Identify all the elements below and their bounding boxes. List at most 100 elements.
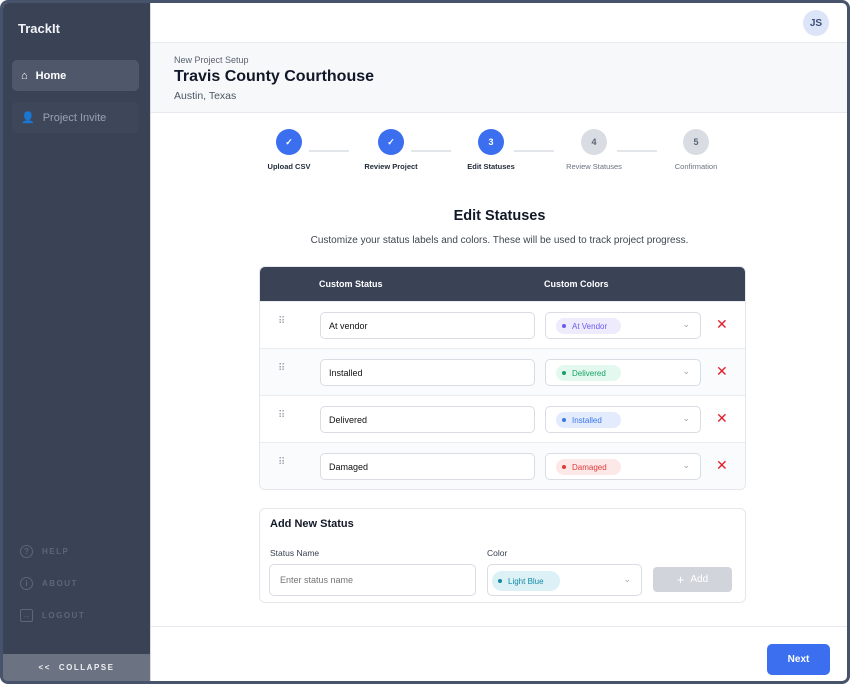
color-dot [562, 324, 566, 328]
user-avatar[interactable]: JS [803, 10, 829, 36]
collapse-button[interactable]: << COLLAPSE [3, 654, 150, 681]
color-select[interactable]: Damaged ⌄ [545, 453, 701, 480]
add-status-button[interactable]: + Add [653, 567, 732, 592]
step-number: 3 [478, 129, 504, 155]
add-status-panel: Add New Status Status Name Color Light B… [259, 508, 746, 603]
plus-icon: + [677, 572, 685, 587]
logout-icon: → [20, 609, 33, 622]
color-select[interactable]: At Vendor ⌄ [545, 312, 701, 339]
main-content: JS New Project Setup Travis County Court… [150, 3, 847, 681]
step-label: Upload CSV [244, 162, 334, 171]
color-value: Installed [572, 416, 602, 425]
sidebar: TrackIt ⌂ Home 👤 Project Invite ? HELP i ABO… [3, 3, 150, 681]
color-pill: Delivered [556, 365, 621, 381]
page-title: Travis County Courthouse [174, 68, 847, 86]
step-label: Confirmation [651, 162, 741, 171]
color-select[interactable]: Installed ⌄ [545, 406, 701, 433]
table-row: ⠿ Installed Delivered ⌄ ✕ [260, 348, 745, 395]
sidebar-logout[interactable]: → LOGOUT [20, 609, 85, 622]
color-value: Light Blue [508, 577, 544, 586]
status-input[interactable]: Damaged [320, 453, 535, 480]
status-input[interactable]: Installed [320, 359, 535, 386]
column-header: Custom Status [319, 279, 383, 289]
color-select[interactable]: Delivered ⌄ [545, 359, 701, 386]
color-value: At Vendor [572, 322, 607, 331]
sidebar-about[interactable]: i ABOUT [20, 577, 78, 590]
color-dot [562, 371, 566, 375]
chevron-down-icon: ⌄ [682, 413, 690, 424]
page-subtitle: New Project Setup [174, 55, 847, 65]
home-icon: ⌂ [21, 70, 28, 82]
delete-icon[interactable]: ✕ [716, 457, 728, 474]
color-value: Damaged [572, 463, 607, 472]
status-table: Custom Status Custom Colors ⠿ At vendor … [259, 266, 746, 490]
user-plus-icon: 👤 [21, 111, 35, 124]
step-label: Edit Statuses [446, 162, 536, 171]
step-review-statuses: 4 Review Statuses [549, 129, 639, 171]
sidebar-item-home[interactable]: ⌂ Home [12, 60, 139, 91]
next-button[interactable]: Next [767, 644, 830, 675]
help-icon: ? [20, 545, 33, 558]
color-pill: At Vendor [556, 318, 621, 334]
app-window: TrackIt ⌂ Home 👤 Project Invite ? HELP i ABO… [0, 0, 850, 684]
step-label: Review Statuses [549, 162, 639, 171]
step-label: Review Project [346, 162, 436, 171]
check-icon: ✓ [378, 129, 404, 155]
step-number: 5 [683, 129, 709, 155]
delete-icon[interactable]: ✕ [716, 316, 728, 333]
color-label: Color [487, 548, 507, 558]
drag-handle-icon[interactable]: ⠿ [278, 320, 286, 324]
help-label: HELP [42, 547, 69, 556]
sidebar-item-label: Home [36, 70, 67, 82]
sidebar-help[interactable]: ? HELP [20, 545, 69, 558]
section-title: Edit Statuses [151, 208, 848, 224]
column-header: Custom Colors [544, 279, 609, 289]
about-label: ABOUT [42, 579, 78, 588]
sidebar-item-project-invite[interactable]: 👤 Project Invite [12, 102, 139, 133]
color-pill: Damaged [556, 459, 621, 475]
step-review-project: ✓ Review Project [346, 129, 436, 171]
chevron-down-icon: ⌄ [623, 574, 631, 585]
status-name-input[interactable] [269, 564, 476, 596]
drag-handle-icon[interactable]: ⠿ [278, 414, 286, 418]
project-location: Austin, Texas [174, 90, 847, 102]
logout-label: LOGOUT [42, 611, 85, 620]
info-icon: i [20, 577, 33, 590]
status-input[interactable]: At vendor [320, 312, 535, 339]
color-value: Delivered [572, 369, 606, 378]
chevron-down-icon: ⌄ [682, 460, 690, 471]
drag-handle-icon[interactable]: ⠿ [278, 461, 286, 465]
color-select[interactable]: Light Blue ⌄ [487, 564, 642, 596]
step-confirmation: 5 Confirmation [651, 129, 741, 171]
color-dot [562, 418, 566, 422]
add-status-title: Add New Status [270, 518, 354, 530]
color-pill: Light Blue [492, 571, 560, 591]
delete-icon[interactable]: ✕ [716, 410, 728, 427]
table-row: ⠿ Delivered Installed ⌄ ✕ [260, 395, 745, 442]
chevrons-left-icon: << [39, 663, 51, 672]
table-row: ⠿ At vendor At Vendor ⌄ ✕ [260, 301, 745, 348]
color-dot [562, 465, 566, 469]
table-row: ⠿ Damaged Damaged ⌄ ✕ [260, 442, 745, 489]
brand-logo: TrackIt [18, 21, 60, 36]
step-upload-csv: ✓ Upload CSV [244, 129, 334, 171]
drag-handle-icon[interactable]: ⠿ [278, 367, 286, 371]
chevron-down-icon: ⌄ [682, 366, 690, 377]
color-pill: Installed [556, 412, 621, 428]
footer: Next [151, 626, 848, 681]
table-header: Custom Status Custom Colors [260, 267, 745, 301]
delete-icon[interactable]: ✕ [716, 363, 728, 380]
top-bar: JS [151, 3, 847, 43]
stepper: ✓ Upload CSV ✓ Review Project 3 Edit Status… [151, 129, 848, 179]
sidebar-item-label: Project Invite [43, 112, 107, 124]
color-dot [498, 579, 502, 583]
check-icon: ✓ [276, 129, 302, 155]
step-number: 4 [581, 129, 607, 155]
section-description: Customize your status labels and colors.… [151, 235, 848, 246]
status-name-label: Status Name [270, 548, 319, 558]
add-label: Add [690, 574, 708, 585]
chevron-down-icon: ⌄ [682, 319, 690, 330]
collapse-label: COLLAPSE [59, 663, 115, 672]
status-input[interactable]: Delivered [320, 406, 535, 433]
page-header: New Project Setup Travis County Courthou… [151, 43, 847, 113]
